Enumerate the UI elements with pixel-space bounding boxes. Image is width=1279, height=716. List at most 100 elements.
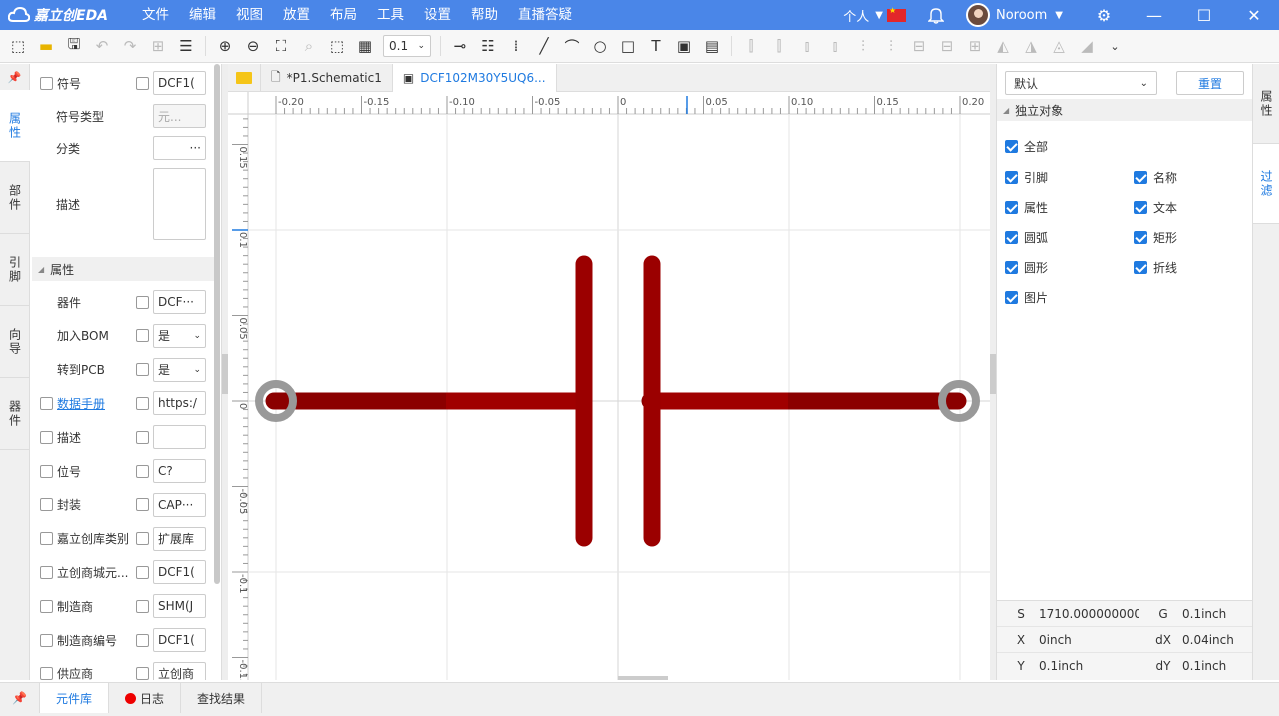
distribute-v-icon[interactable]: ⊟ [933,32,961,60]
tab-parts[interactable]: 部件 [0,162,30,234]
rectangle-tool-icon[interactable]: □ [614,32,642,60]
menu-settings[interactable]: 设置 [414,0,461,30]
menu-edit[interactable]: 编辑 [179,0,226,30]
attr-value-checkbox[interactable] [136,667,149,680]
filter-preset-select[interactable]: 默认 ⌄ [1005,71,1157,95]
attr-value-checkbox[interactable] [136,599,149,613]
attr-value-checkbox[interactable] [136,396,149,410]
menu-file[interactable]: 文件 [132,0,179,30]
attr-value[interactable]: DCF1( [153,628,206,652]
fit-view-icon[interactable]: ⛶ [267,32,295,60]
left-panel-scrollbar[interactable] [214,64,220,584]
grid-icon[interactable]: ▦ [351,32,379,60]
menu-live-qa[interactable]: 直播答疑 [508,0,582,30]
attr-value-checkbox[interactable] [136,329,149,343]
tab-search-results[interactable]: 查找结果 [181,683,262,713]
filter-item[interactable]: 圆弧 [1005,229,1048,246]
filter-item[interactable]: 圆形 [1005,259,1048,276]
filter-item[interactable]: 图片 [1005,289,1048,306]
tab-schematic[interactable]: 🗋 *P1.Schematic1 [261,64,393,92]
flip-v-icon[interactable]: ◮ [1017,32,1045,60]
pin-tool-icon[interactable]: ⊸ [446,32,474,60]
attr-visible-checkbox[interactable] [40,430,53,444]
redo-icon[interactable]: ↷ [116,32,144,60]
tab-library[interactable]: 元件库 [39,683,109,713]
attr-label[interactable]: 数据手册 [57,395,105,412]
attr-value-checkbox[interactable] [136,532,149,546]
tab-filter[interactable]: 过滤 [1253,144,1279,224]
objects-section-header[interactable]: ◢ 独立对象 [997,99,1252,121]
reset-button[interactable]: 重置 [1176,71,1244,95]
filter-item[interactable]: 折线 [1134,259,1177,276]
attr-value[interactable]: DCF··· [153,290,206,314]
circle-tool-icon[interactable]: ○ [586,32,614,60]
undo-icon[interactable]: ↶ [88,32,116,60]
tab-symbol[interactable]: ▣ DCF102M30Y5UQ6... [392,64,557,92]
zoom-area-icon[interactable]: ⬚ [323,32,351,60]
attr-visible-checkbox[interactable] [40,565,53,579]
attr-select[interactable]: 是 ⌄ [153,357,206,382]
attr-value[interactable]: https:/ [153,391,206,416]
attr-visible-checkbox[interactable] [40,396,53,410]
china-flag-icon[interactable] [886,6,906,22]
group-icon[interactable]: ⊞ [144,32,172,60]
align-bottom-icon[interactable]: ⫾ [821,32,849,60]
bus-pin-icon[interactable]: ⁞ [502,32,530,60]
filter-checkbox[interactable] [1134,201,1147,214]
menu-place[interactable]: 放置 [273,0,320,30]
zoom-out-icon[interactable]: ⊖ [239,32,267,60]
filter-item[interactable]: 文本 [1134,199,1177,216]
canvas-drawing[interactable]: -0.20 -0.15 -0.10 -0.05 0 0.05 0.10 0.15 0.20 0.… [228,92,990,680]
symbol-type-select[interactable]: 元... [153,104,206,128]
attr-select[interactable]: 是 ⌄ [153,323,206,348]
filter-item[interactable]: 全部 [1005,138,1048,155]
attr-value-checkbox[interactable] [136,363,149,377]
filter-checkbox[interactable] [1134,261,1147,274]
filter-checkbox[interactable] [1005,140,1018,153]
close-icon[interactable]: ✕ [1229,0,1279,30]
align-top-icon[interactable]: ⫾ [793,32,821,60]
select-cursor-icon[interactable]: ⬚ [4,32,32,60]
table-tool-icon[interactable]: ▤ [698,32,726,60]
gear-icon[interactable]: ⚙ [1079,0,1129,30]
attr-value-checkbox[interactable] [136,295,149,309]
align-left-icon[interactable]: ⫿ [737,32,765,60]
filter-checkbox[interactable] [1005,261,1018,274]
menu-layout[interactable]: 布局 [320,0,367,30]
attr-value-checkbox[interactable] [136,633,149,647]
category-picker[interactable]: ··· [153,136,206,160]
symbol-value-checkbox[interactable] [136,76,149,90]
open-folder-icon[interactable]: ▬ [32,32,60,60]
search-list-icon[interactable]: ☰ [172,32,200,60]
filter-checkbox[interactable] [1005,171,1018,184]
save-icon[interactable]: 🖫 [60,32,88,60]
symbol-canvas[interactable]: -0.20 -0.15 -0.10 -0.05 0 0.05 0.10 0.15 0.20 0.… [228,92,990,680]
description-textarea[interactable] [153,168,206,240]
attributes-section-header[interactable]: ◢ 属性 [32,257,216,281]
filter-item[interactable]: 名称 [1134,169,1177,186]
filter-checkbox[interactable] [1005,291,1018,304]
filter-item[interactable]: 矩形 [1134,229,1177,246]
symbol-checkbox[interactable] [40,76,53,90]
attr-visible-checkbox[interactable] [40,498,53,512]
filter-item[interactable]: 属性 [1005,199,1048,216]
attr-value-checkbox[interactable] [136,498,149,512]
tab-properties[interactable]: 属性 [0,90,30,162]
tab-device[interactable]: 器件 [0,378,30,450]
pin-icon[interactable]: 📌 [0,683,40,713]
tab-wizard[interactable]: 向导 [0,306,30,378]
minimize-icon[interactable]: — [1129,0,1179,30]
mirror-icon[interactable]: ◢ [1073,32,1101,60]
maximize-icon[interactable]: ☐ [1179,0,1229,30]
rotate-icon[interactable]: ◬ [1045,32,1073,60]
image-tool-icon[interactable]: ▣ [670,32,698,60]
filter-item[interactable]: 引脚 [1005,169,1048,186]
filter-checkbox[interactable] [1134,231,1147,244]
attr-visible-checkbox[interactable] [40,532,53,546]
symbol-value[interactable]: DCF1( [153,71,206,95]
line-tool-icon[interactable]: ╱ [530,32,558,60]
zoom-selection-icon[interactable]: ⌕ [295,32,323,60]
filter-checkbox[interactable] [1134,171,1147,184]
grid-size-select[interactable]: 0.1 ⌄ [383,35,431,57]
folder-icon[interactable] [228,64,261,92]
